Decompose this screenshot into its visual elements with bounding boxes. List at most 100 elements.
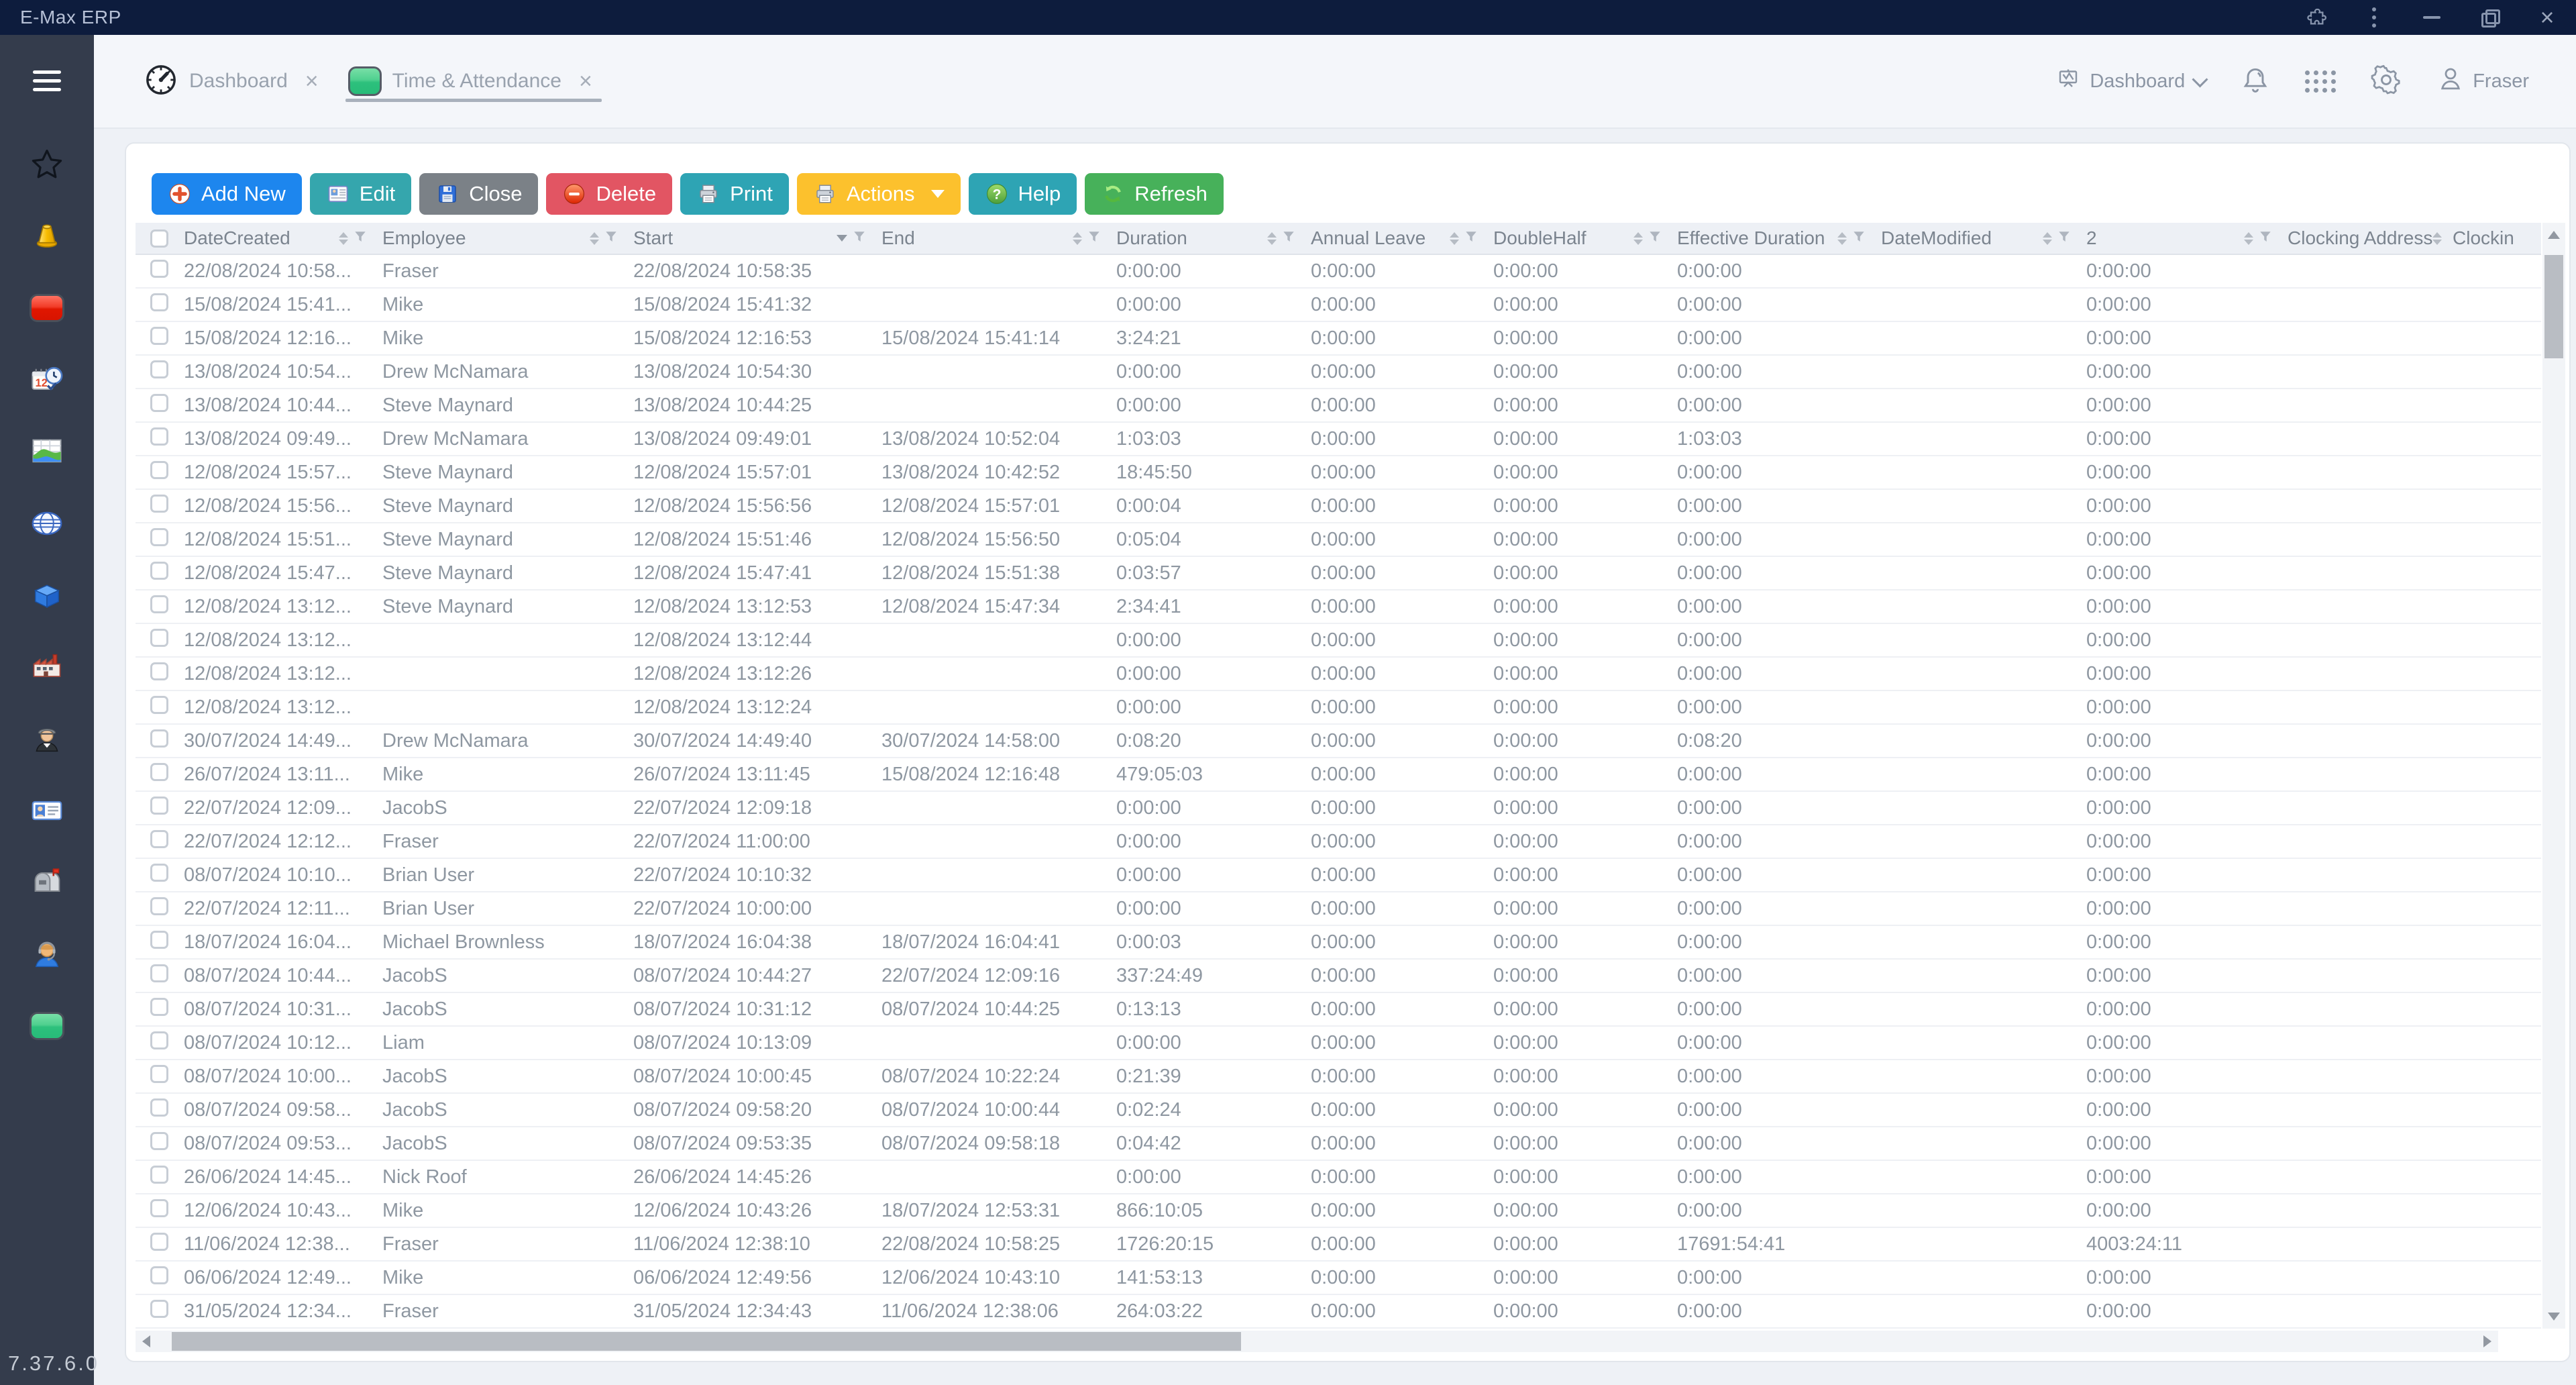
- table-row[interactable]: 22/08/2024 10:58...Fraser22/08/2024 10:5…: [136, 255, 2541, 289]
- column-header-effective_duration[interactable]: Effective Duration: [1669, 223, 1873, 254]
- row-checkbox[interactable]: [150, 595, 168, 613]
- table-row[interactable]: 13/08/2024 09:49...Drew McNamara13/08/20…: [136, 423, 2541, 456]
- row-checkbox[interactable]: [150, 931, 168, 949]
- row-checkbox[interactable]: [150, 562, 168, 580]
- table-row[interactable]: 22/07/2024 12:12...Fraser22/07/2024 11:0…: [136, 825, 2541, 859]
- vertical-scrollbar-thumb[interactable]: [2544, 255, 2563, 358]
- kebab-menu-icon[interactable]: [2345, 0, 2403, 35]
- table-row[interactable]: 08/07/2024 10:10...Brian User22/07/2024 …: [136, 859, 2541, 892]
- sort-icon[interactable]: [590, 232, 599, 245]
- table-row[interactable]: 26/06/2024 14:45...Nick Roof26/06/2024 1…: [136, 1161, 2541, 1194]
- row-checkbox[interactable]: [150, 629, 168, 647]
- sort-icon[interactable]: [2043, 232, 2052, 245]
- table-row[interactable]: 08/07/2024 09:58...JacobS08/07/2024 09:5…: [136, 1094, 2541, 1127]
- column-header-datecreated[interactable]: DateCreated: [176, 223, 374, 254]
- filter-funnel-icon[interactable]: [353, 227, 368, 249]
- column-header-duration[interactable]: Duration: [1108, 223, 1303, 254]
- table-row[interactable]: 22/07/2024 12:09...JacobS22/07/2024 12:0…: [136, 792, 2541, 825]
- table-row[interactable]: 22/07/2024 12:11...Brian User22/07/2024 …: [136, 892, 2541, 926]
- row-checkbox[interactable]: [150, 864, 168, 882]
- tab-close-icon[interactable]: ×: [305, 70, 319, 93]
- row-checkbox[interactable]: [150, 1300, 168, 1318]
- row-checkbox[interactable]: [150, 696, 168, 714]
- actions-button[interactable]: Actions: [797, 173, 961, 215]
- row-checkbox[interactable]: [150, 327, 168, 345]
- restore-button[interactable]: [2461, 0, 2518, 35]
- filter-funnel-icon[interactable]: [1281, 227, 1296, 249]
- sort-icon[interactable]: [1633, 232, 1643, 245]
- row-checkbox[interactable]: [150, 1065, 168, 1083]
- table-row[interactable]: 12/08/2024 15:56...Steve Maynard12/08/20…: [136, 490, 2541, 523]
- table-row[interactable]: 11/06/2024 12:38...Fraser11/06/2024 12:3…: [136, 1228, 2541, 1262]
- column-header-doublehalf[interactable]: DoubleHalf: [1485, 223, 1669, 254]
- row-checkbox[interactable]: [150, 897, 168, 915]
- table-row[interactable]: 26/07/2024 13:11...Mike26/07/2024 13:11:…: [136, 758, 2541, 792]
- sort-icon[interactable]: [2244, 232, 2253, 245]
- sort-icon[interactable]: [339, 232, 348, 245]
- horizontal-scrollbar[interactable]: [136, 1331, 2498, 1352]
- table-row[interactable]: 12/08/2024 15:47...Steve Maynard12/08/20…: [136, 557, 2541, 591]
- sort-icon[interactable]: [1837, 232, 1847, 245]
- row-checkbox[interactable]: [150, 461, 168, 479]
- row-checkbox[interactable]: [150, 1031, 168, 1049]
- sort-icon[interactable]: [1073, 232, 1082, 245]
- tab-dashboard[interactable]: Dashboard ×: [144, 35, 348, 127]
- row-checkbox[interactable]: [150, 394, 168, 412]
- row-checkbox[interactable]: [150, 729, 168, 748]
- globe-icon[interactable]: [30, 506, 64, 541]
- column-header-col2[interactable]: 2: [2078, 223, 2279, 254]
- sort-desc-icon[interactable]: [837, 235, 847, 242]
- gear-icon[interactable]: [2371, 64, 2402, 99]
- refresh-button[interactable]: Refresh: [1085, 173, 1224, 215]
- row-checkbox[interactable]: [150, 1132, 168, 1150]
- table-row[interactable]: 12/06/2024 10:43...Mike12/06/2024 10:43:…: [136, 1194, 2541, 1228]
- scroll-up-icon[interactable]: [2548, 231, 2560, 239]
- filter-funnel-icon[interactable]: [852, 227, 867, 249]
- edit-button[interactable]: Edit: [310, 173, 411, 215]
- row-checkbox[interactable]: [150, 662, 168, 680]
- print-button[interactable]: Print: [680, 173, 789, 215]
- filter-funnel-icon[interactable]: [1648, 227, 1662, 249]
- cone-lamp-icon[interactable]: [30, 219, 64, 254]
- row-checkbox[interactable]: [150, 360, 168, 378]
- factory-icon[interactable]: [30, 650, 64, 684]
- apps-grid-icon[interactable]: [2305, 70, 2336, 93]
- green-button-icon[interactable]: [30, 1009, 64, 1043]
- table-row[interactable]: 12/08/2024 13:12...12/08/2024 13:12:260:…: [136, 658, 2541, 691]
- horizontal-scrollbar-thumb[interactable]: [172, 1332, 1241, 1351]
- calendar-clock-icon[interactable]: 12: [30, 362, 64, 397]
- nav-dashboard-dropdown[interactable]: Dashboard: [2056, 66, 2206, 96]
- row-checkbox[interactable]: [150, 964, 168, 982]
- row-checkbox[interactable]: [150, 427, 168, 446]
- row-checkbox[interactable]: [150, 1233, 168, 1251]
- column-header-clocking_address[interactable]: Clocking Address: [2279, 223, 2445, 254]
- table-row[interactable]: 08/07/2024 10:12...Liam08/07/2024 10:13:…: [136, 1027, 2541, 1060]
- table-row[interactable]: 12/08/2024 13:12...Steve Maynard12/08/20…: [136, 591, 2541, 624]
- table-row[interactable]: 31/05/2024 12:34...Fraser31/05/2024 12:3…: [136, 1295, 2541, 1329]
- sort-icon[interactable]: [1267, 232, 1277, 245]
- filter-funnel-icon[interactable]: [2258, 227, 2273, 249]
- add-new-button[interactable]: Add New: [152, 173, 302, 215]
- table-row[interactable]: 15/08/2024 12:16...Mike15/08/2024 12:16:…: [136, 322, 2541, 356]
- table-row[interactable]: 08/07/2024 10:44...JacobS08/07/2024 10:4…: [136, 960, 2541, 993]
- table-row[interactable]: 15/08/2024 15:41...Mike15/08/2024 15:41:…: [136, 289, 2541, 322]
- row-checkbox[interactable]: [150, 797, 168, 815]
- filter-funnel-icon[interactable]: [1851, 227, 1866, 249]
- column-header-end[interactable]: End: [873, 223, 1108, 254]
- user-menu[interactable]: Fraser: [2436, 64, 2529, 98]
- hamburger-menu-button[interactable]: [33, 70, 61, 91]
- vertical-scrollbar[interactable]: [2542, 223, 2565, 1329]
- table-row[interactable]: 13/08/2024 10:54...Drew McNamara13/08/20…: [136, 356, 2541, 389]
- table-row[interactable]: 18/07/2024 16:04...Michael Brownless18/0…: [136, 926, 2541, 960]
- bell-icon[interactable]: [2241, 65, 2270, 98]
- column-header-clockin[interactable]: Clockin: [2445, 223, 2541, 254]
- sort-icon[interactable]: [2432, 232, 2442, 245]
- tab-time-attendance[interactable]: Time & Attendance ×: [348, 35, 622, 127]
- row-checkbox[interactable]: [150, 528, 168, 546]
- person-cap-icon[interactable]: [30, 721, 64, 756]
- id-card-icon[interactable]: [30, 793, 64, 828]
- sort-icon[interactable]: [1450, 232, 1459, 245]
- favorites-star-icon[interactable]: [30, 147, 64, 182]
- row-checkbox[interactable]: [150, 830, 168, 848]
- scroll-left-icon[interactable]: [142, 1335, 150, 1347]
